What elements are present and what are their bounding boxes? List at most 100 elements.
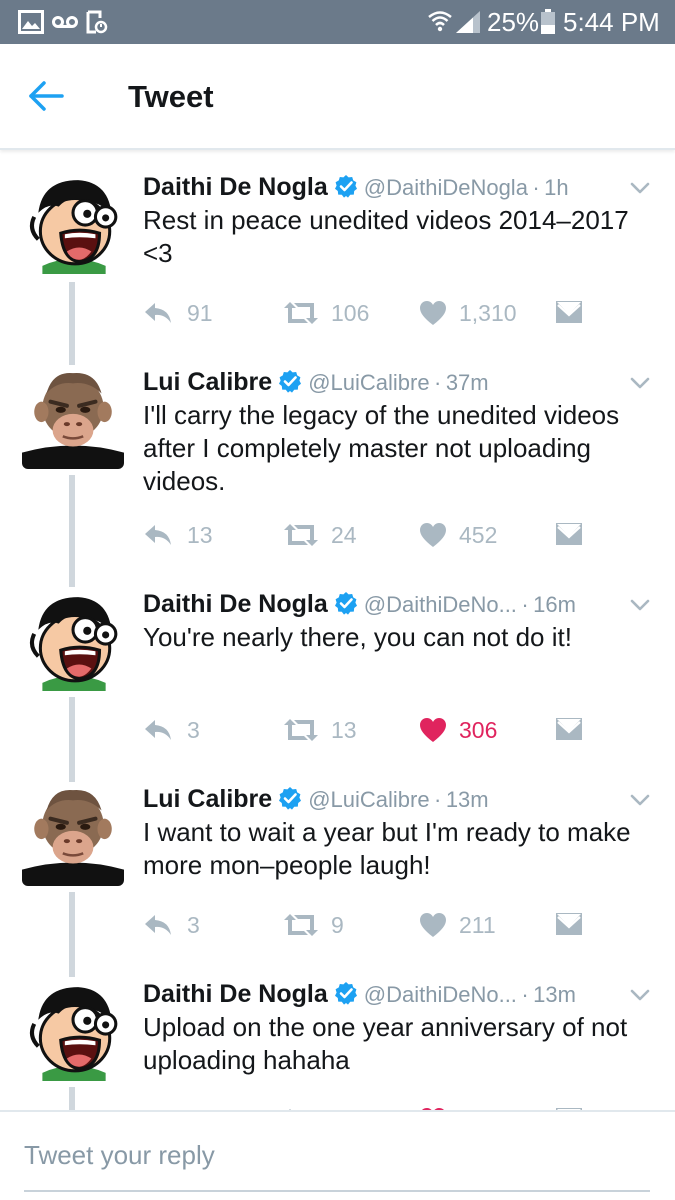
chevron-down-icon[interactable] bbox=[629, 987, 651, 1003]
tweet[interactable]: Lui Calibre @LuiCalibre · 37m I'll carry … bbox=[0, 347, 675, 569]
heart-icon bbox=[419, 717, 447, 743]
display-name[interactable]: Daithi De Nogla bbox=[143, 590, 328, 618]
verified-badge-icon bbox=[334, 981, 358, 1005]
back-arrow-icon bbox=[29, 81, 64, 111]
retweet-icon bbox=[281, 912, 321, 938]
chevron-down-icon[interactable] bbox=[629, 792, 651, 808]
username[interactable]: @LuiCalibre bbox=[308, 370, 429, 395]
retweet-button[interactable] bbox=[281, 1103, 391, 1110]
like-button[interactable]: 452 bbox=[419, 518, 529, 552]
verified-badge-icon bbox=[278, 786, 302, 810]
tweet-actions: 3 13 306 bbox=[143, 713, 593, 747]
display-name[interactable]: Daithi De Nogla bbox=[143, 980, 328, 1008]
display-name[interactable]: Lui Calibre bbox=[143, 785, 272, 813]
like-count: 452 bbox=[459, 522, 498, 548]
username[interactable]: @DaithiDeNogla bbox=[364, 175, 528, 200]
avatar[interactable] bbox=[22, 979, 124, 1081]
username[interactable]: @LuiCalibre bbox=[308, 787, 429, 812]
reply-input[interactable] bbox=[24, 1140, 644, 1171]
status-bar: 25% 5:44 PM bbox=[0, 0, 675, 44]
retweet-icon bbox=[281, 300, 321, 326]
battery-percent: 25% bbox=[487, 7, 540, 37]
thread-connector bbox=[69, 959, 75, 977]
tweet[interactable]: Daithi De Nogla @DaithiDeNogla · 1h Rest … bbox=[0, 152, 675, 347]
tweet-text: I'll carry the legacy of the unedited vi… bbox=[143, 400, 620, 496]
thread-connector bbox=[69, 347, 75, 365]
like-button[interactable]: 1,310 bbox=[419, 296, 529, 330]
reply-button[interactable]: 91 bbox=[143, 296, 223, 330]
tweet[interactable]: Daithi De Nogla @DaithiDeNo... · 16m You'… bbox=[0, 569, 675, 764]
like-button[interactable] bbox=[419, 1103, 529, 1110]
reply-input-underline bbox=[24, 1190, 650, 1192]
direct-message-button[interactable] bbox=[555, 518, 585, 552]
direct-message-button[interactable] bbox=[555, 296, 585, 330]
reply-count: 3 bbox=[187, 717, 200, 743]
envelope-icon bbox=[555, 717, 583, 741]
reply-button[interactable]: 3 bbox=[143, 713, 223, 747]
timestamp[interactable]: 13m bbox=[533, 982, 576, 1007]
reply-composer bbox=[0, 1110, 675, 1200]
reply-button[interactable] bbox=[143, 1103, 223, 1110]
retweet-button[interactable]: 9 bbox=[281, 908, 391, 942]
envelope-icon bbox=[555, 912, 583, 936]
avatar-lui-image bbox=[22, 784, 124, 886]
tweet-text: You're nearly there, you can not do it! bbox=[143, 622, 572, 652]
tweet-actions bbox=[143, 1103, 593, 1110]
heart-icon bbox=[419, 912, 447, 938]
like-count: 1,310 bbox=[459, 300, 517, 326]
tweet-header: Daithi De Nogla @DaithiDeNo... · 13m bbox=[143, 977, 576, 1011]
avatar[interactable] bbox=[22, 589, 124, 691]
chevron-down-icon[interactable] bbox=[629, 597, 651, 613]
timestamp[interactable]: 13m bbox=[446, 787, 489, 812]
direct-message-button[interactable] bbox=[555, 1103, 585, 1110]
timestamp[interactable]: 1h bbox=[544, 175, 568, 200]
page-title: Tweet bbox=[128, 79, 214, 114]
direct-message-button[interactable] bbox=[555, 908, 585, 942]
timestamp[interactable]: 37m bbox=[446, 370, 489, 395]
tweet[interactable]: Lui Calibre @LuiCalibre · 13m I want to w… bbox=[0, 764, 675, 959]
avatar[interactable] bbox=[22, 784, 124, 886]
retweet-button[interactable]: 13 bbox=[281, 713, 391, 747]
like-count: 306 bbox=[459, 717, 498, 743]
separator-dot: · bbox=[521, 592, 529, 617]
tweet-text: Rest in peace unedited videos 2014–2017 … bbox=[143, 205, 629, 268]
tweet[interactable]: Daithi De Nogla @DaithiDeNo... · 13m Uplo… bbox=[0, 959, 675, 1110]
verified-badge-icon bbox=[278, 369, 302, 393]
separator-dot: · bbox=[532, 175, 540, 200]
tweet-text: Upload on the one year anniversary of no… bbox=[143, 1012, 628, 1075]
retweet-button[interactable]: 106 bbox=[281, 296, 391, 330]
display-name[interactable]: Lui Calibre bbox=[143, 368, 272, 396]
tweet-actions: 91 106 1,310 bbox=[143, 296, 593, 330]
direct-message-button[interactable] bbox=[555, 713, 585, 747]
tweet-actions: 3 9 211 bbox=[143, 908, 593, 942]
display-name[interactable]: Daithi De Nogla bbox=[143, 173, 328, 201]
envelope-icon bbox=[555, 522, 583, 546]
clock: 5:44 PM bbox=[563, 7, 660, 37]
chevron-down-icon[interactable] bbox=[629, 180, 651, 196]
like-button[interactable]: 211 bbox=[419, 908, 529, 942]
timestamp[interactable]: 16m bbox=[533, 592, 576, 617]
like-button[interactable]: 306 bbox=[419, 713, 529, 747]
tweet-header: Lui Calibre @LuiCalibre · 13m bbox=[143, 782, 489, 816]
username[interactable]: @DaithiDeNo... bbox=[364, 592, 517, 617]
reply-icon bbox=[143, 300, 173, 326]
reply-count: 3 bbox=[187, 912, 200, 938]
tweet-actions: 13 24 452 bbox=[143, 518, 593, 552]
retweet-count: 24 bbox=[331, 522, 357, 548]
reply-icon bbox=[143, 522, 173, 548]
avatar[interactable] bbox=[22, 172, 124, 274]
reply-button[interactable]: 3 bbox=[143, 908, 223, 942]
username[interactable]: @DaithiDeNo... bbox=[364, 982, 517, 1007]
separator-dot: · bbox=[434, 787, 442, 812]
retweet-count: 13 bbox=[331, 717, 357, 743]
envelope-icon bbox=[555, 300, 583, 324]
reply-count: 91 bbox=[187, 300, 213, 326]
reply-button[interactable]: 13 bbox=[143, 518, 223, 552]
chevron-down-icon[interactable] bbox=[629, 375, 651, 391]
reply-count: 13 bbox=[187, 522, 213, 548]
reply-icon bbox=[143, 717, 173, 743]
retweet-button[interactable]: 24 bbox=[281, 518, 391, 552]
conversation-thread: Daithi De Nogla @DaithiDeNogla · 1h Rest … bbox=[0, 152, 675, 1110]
back-button[interactable] bbox=[26, 78, 66, 114]
avatar[interactable] bbox=[22, 367, 124, 469]
